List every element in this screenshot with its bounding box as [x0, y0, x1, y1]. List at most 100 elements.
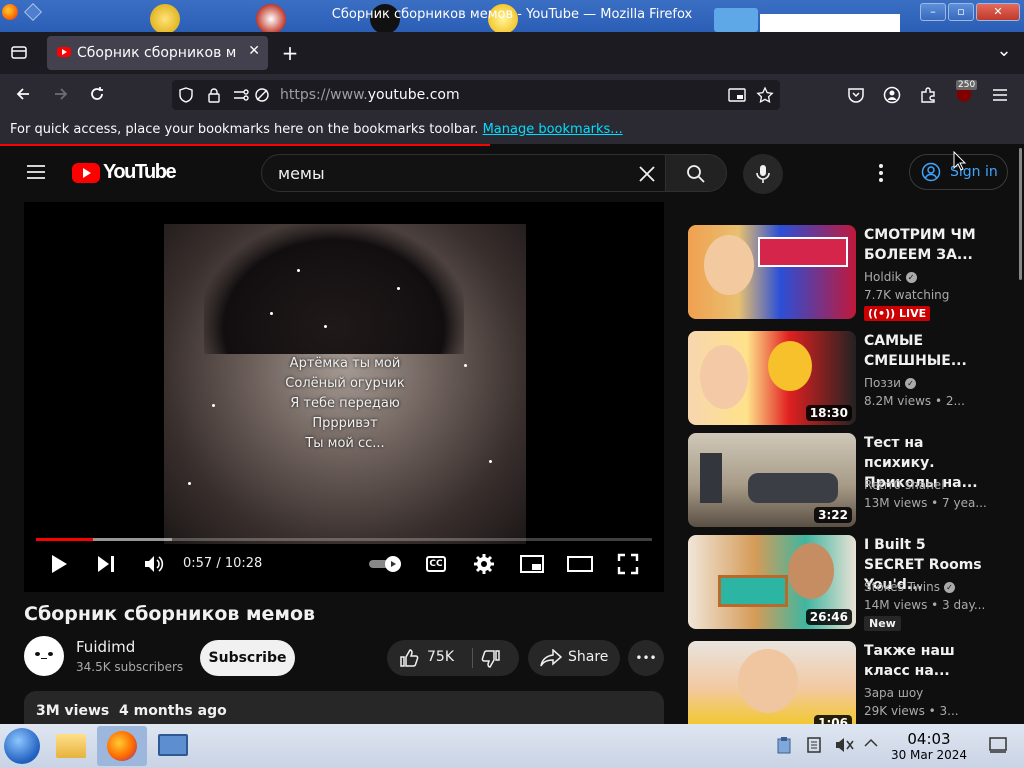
clear-search-icon[interactable] [638, 165, 656, 187]
progress-bar[interactable] [36, 538, 652, 541]
related-channel[interactable]: Retrr0 shanel [864, 478, 945, 492]
pocket-icon[interactable] [847, 86, 865, 108]
show-desktop-icon[interactable] [988, 736, 1008, 758]
system-settings-icon[interactable] [150, 726, 196, 766]
close-button[interactable]: ✕ [976, 3, 1020, 21]
account-icon[interactable] [883, 86, 901, 108]
tab-title: Сборник сборников мемов - YouTube [77, 45, 237, 61]
show-hidden-icons-chevron[interactable] [863, 736, 879, 754]
sparkle [489, 460, 492, 463]
related-video[interactable]: 1:06 Также наш класс на... Зара шоу 29K … [688, 641, 988, 724]
list-all-tabs-icon[interactable]: ⌄ [994, 40, 1014, 61]
verified-check-icon: ✓ [904, 378, 916, 389]
youtube-favicon-icon [57, 47, 71, 57]
page-scrollbar-thumb[interactable] [1019, 148, 1022, 280]
dislike-icon[interactable] [481, 649, 501, 673]
theater-mode-icon[interactable] [567, 556, 593, 576]
video-title: Сборник сборников мемов [24, 603, 316, 625]
video-thumbnail[interactable]: 18:30 [688, 331, 856, 425]
description-box[interactable]: 3M views 4 months ago [24, 691, 664, 724]
search-query[interactable]: мемы [278, 164, 325, 183]
related-video[interactable]: 26:46 I Built 5 SECRET Rooms You'd... St… [688, 535, 988, 631]
fullscreen-icon[interactable] [617, 553, 639, 579]
related-title[interactable]: СМОТРИМ ЧМ БОЛЕЕМ ЗА... [864, 225, 984, 265]
voice-search-button[interactable] [743, 154, 783, 194]
more-actions-button[interactable]: ••• [628, 640, 664, 676]
channel-avatar[interactable] [24, 636, 64, 676]
related-video[interactable]: СМОТРИМ ЧМ БОЛЕЕМ ЗА... Holdik ✓ 7.7K wat… [688, 225, 988, 321]
hamburger-menu-icon[interactable] [991, 86, 1009, 108]
related-channel[interactable]: Holdik ✓ [864, 270, 917, 284]
related-title[interactable]: Также наш класс на... [864, 641, 984, 681]
url-text[interactable]: https://www.youtube.com [280, 87, 460, 103]
autoplay-blocked-icon[interactable] [254, 87, 270, 107]
related-video[interactable]: 18:30 САМЫЕ СМЕШНЫЕ... Поззи ✓ 8.2M views… [688, 331, 988, 427]
related-video[interactable]: 3:22 Тест на психику. Приколы на... Retr… [688, 433, 988, 529]
clipboard-tray-icon[interactable] [776, 736, 792, 758]
avatar-eye [48, 652, 53, 656]
forward-arrow-icon[interactable] [50, 85, 72, 107]
bookmarks-toolbar: For quick access, place your bookmarks h… [0, 116, 1024, 144]
lock-icon[interactable] [206, 87, 222, 107]
new-tab-button[interactable]: + [280, 41, 300, 65]
subtitles-button[interactable]: CC [426, 556, 446, 572]
volume-muted-icon[interactable] [834, 736, 854, 758]
tab-youtube[interactable]: Сборник сборников мемов - YouTube ✕ [47, 36, 268, 70]
tracking-protection-shield-icon[interactable] [178, 87, 194, 107]
extension-badge: 250 [956, 80, 978, 90]
video-player[interactable]: Артёмка ты мой Солёный огурчик Я тебе пе… [24, 202, 664, 592]
settings-gear-icon[interactable] [473, 553, 495, 579]
tab-close-icon[interactable]: ✕ [248, 43, 260, 59]
more-options-icon[interactable] [878, 163, 884, 187]
back-arrow-icon[interactable] [12, 85, 34, 107]
video-thumbnail[interactable]: 1:06 [688, 641, 856, 724]
video-frame[interactable]: Артёмка ты мой Солёный огурчик Я тебе пе… [164, 224, 526, 544]
lyric-line: Артёмка ты мой [289, 356, 401, 371]
video-thumbnail[interactable] [688, 225, 856, 319]
permissions-icon[interactable] [232, 87, 250, 107]
ublock-extension-icon[interactable]: 250 [954, 80, 978, 104]
video-thumbnail[interactable]: 26:46 [688, 535, 856, 629]
related-title[interactable]: САМЫЕ СМЕШНЫЕ... [864, 331, 984, 371]
picture-in-picture-icon[interactable] [728, 87, 746, 107]
next-video-icon[interactable] [96, 555, 116, 577]
volume-icon[interactable] [143, 554, 165, 578]
extensions-puzzle-icon[interactable] [919, 86, 937, 108]
related-channel[interactable]: Зара шоу [864, 686, 923, 700]
video-lyrics-overlay: Артёмка ты мой Солёный огурчик Я тебе пе… [164, 354, 526, 454]
notes-tray-icon[interactable] [806, 736, 822, 758]
video-duration: 26:46 [805, 609, 852, 625]
maximize-button[interactable]: ▫ [948, 3, 974, 21]
video-thumbnail[interactable]: 3:22 [688, 433, 856, 527]
related-channel[interactable]: Stokes Twins ✓ [864, 580, 955, 594]
search-button[interactable] [665, 154, 727, 192]
taskbar-clock[interactable]: 04:03 30 Mar 2024 [890, 730, 968, 762]
share-button[interactable]: Share [528, 640, 620, 676]
subscribe-button[interactable]: Subscribe [200, 640, 295, 676]
manage-bookmarks-link[interactable]: Manage bookmarks... [483, 122, 623, 137]
channel-name[interactable]: Fuidimd [76, 638, 135, 656]
verified-check-icon: ✓ [905, 272, 917, 283]
autoplay-toggle[interactable] [368, 556, 404, 576]
like-count[interactable]: 75K [427, 649, 454, 665]
sparkle [397, 287, 400, 290]
start-menu-icon[interactable] [4, 728, 40, 764]
firefox-view-icon[interactable] [8, 43, 30, 63]
youtube-logo-text[interactable]: YouTube [103, 161, 177, 184]
window-titlebar: Сборник сборников мемов - YouTube — Mozi… [0, 0, 1024, 32]
minimize-button[interactable]: – [920, 3, 946, 21]
bookmark-star-icon[interactable] [756, 86, 774, 108]
related-channel[interactable]: Поззи ✓ [864, 376, 916, 390]
url-bar[interactable]: https://www.youtube.com [172, 80, 780, 110]
file-manager-icon[interactable] [48, 726, 94, 766]
thumbnail-person [700, 453, 722, 503]
reload-icon[interactable] [86, 85, 108, 107]
video-subject [204, 224, 464, 354]
search-input[interactable]: мемы [261, 154, 666, 192]
like-icon[interactable] [399, 648, 419, 672]
youtube-logo-icon[interactable] [72, 163, 100, 183]
miniplayer-icon[interactable] [520, 555, 544, 577]
firefox-taskbar-icon[interactable] [97, 726, 147, 766]
guide-menu-icon[interactable] [26, 163, 46, 185]
play-icon[interactable] [50, 554, 68, 578]
